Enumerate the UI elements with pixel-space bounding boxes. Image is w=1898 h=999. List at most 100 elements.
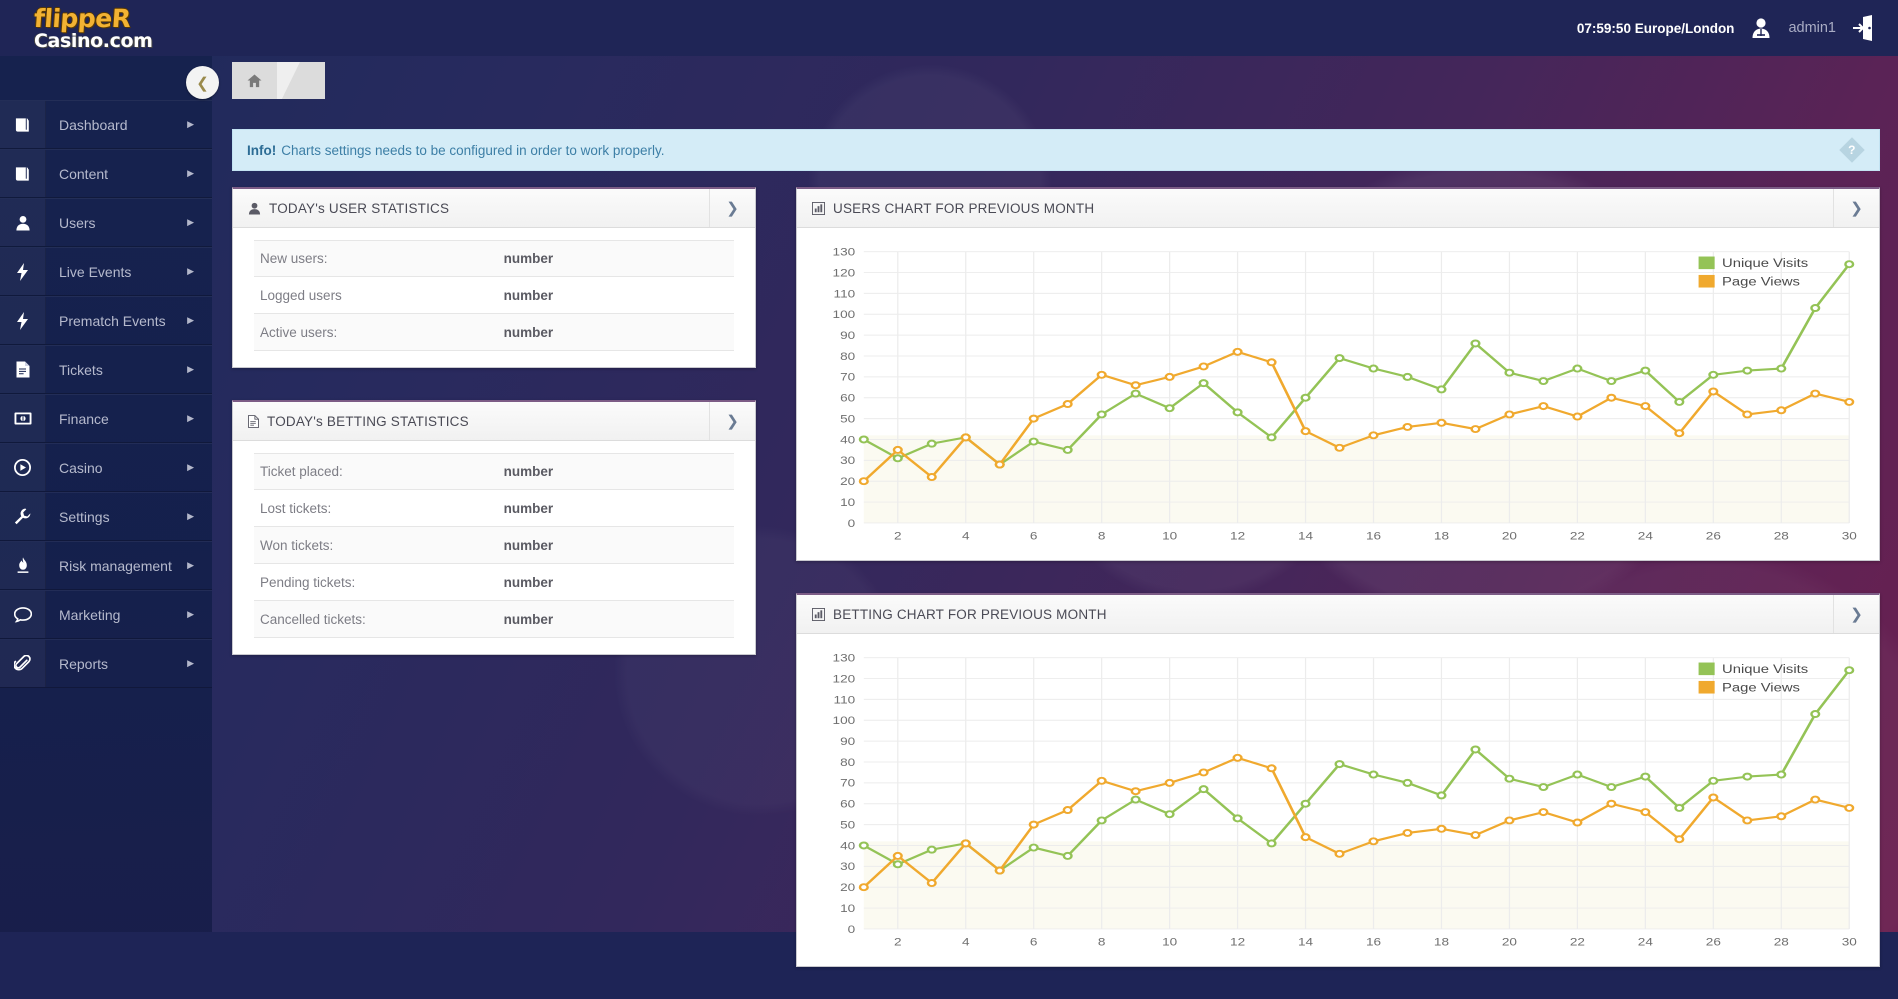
stat-label: Won tickets: — [254, 538, 504, 553]
table-row: Pending tickets:number — [254, 564, 734, 601]
table-row: Ticket placed:number — [254, 453, 734, 490]
users-chart-plot: 0102030405060708090100110120130246810121… — [797, 228, 1879, 560]
sidebar-item-settings[interactable]: Settings▶ — [0, 492, 212, 541]
panel-header: USERS CHART FOR PREVIOUS MONTH ❯ — [797, 189, 1879, 228]
svg-text:20: 20 — [840, 881, 855, 893]
bar-chart-icon — [812, 608, 825, 621]
svg-text:20: 20 — [840, 475, 855, 487]
chevron-right-icon: ▶ — [187, 413, 212, 424]
table-row: Logged usersnumber — [254, 277, 734, 314]
sidebar-item-label: Users — [46, 215, 187, 231]
chevron-down-icon: ❯ — [1850, 605, 1863, 623]
file-icon — [0, 346, 46, 393]
logout-door-icon[interactable] — [1850, 14, 1876, 42]
sidebar-item-dashboard[interactable]: Dashboard▶ — [0, 100, 212, 149]
svg-text:24: 24 — [1638, 936, 1653, 948]
panel-collapse-button[interactable]: ❯ — [709, 402, 755, 440]
top-bar: flippeR Casino.com 07:59:50 Europe/Londo… — [0, 0, 1898, 56]
sidebar-item-label: Finance — [46, 411, 187, 427]
svg-text:6: 6 — [1030, 530, 1038, 542]
svg-text:20: 20 — [1502, 530, 1517, 542]
svg-text:60: 60 — [840, 798, 855, 810]
sidebar-item-label: Prematch Events — [46, 313, 187, 329]
panel-collapse-button[interactable]: ❯ — [1833, 595, 1879, 633]
stat-label: Logged users — [254, 288, 504, 303]
breadcrumb — [232, 62, 325, 99]
file-icon — [248, 415, 259, 428]
svg-text:40: 40 — [840, 434, 855, 446]
stat-value: number — [504, 464, 554, 479]
svg-text:8: 8 — [1098, 936, 1106, 948]
svg-text:30: 30 — [840, 455, 855, 467]
sidebar-collapse-button[interactable]: ❮ — [186, 66, 219, 99]
svg-text:14: 14 — [1298, 936, 1313, 948]
svg-text:30: 30 — [840, 861, 855, 873]
chevron-right-icon: ▶ — [187, 217, 212, 228]
svg-text:70: 70 — [840, 777, 855, 789]
svg-text:130: 130 — [833, 246, 856, 258]
panel-header: TODAY's BETTING STATISTICS ❯ — [233, 402, 755, 441]
svg-text:120: 120 — [833, 673, 856, 685]
svg-text:28: 28 — [1774, 936, 1789, 948]
svg-text:10: 10 — [840, 902, 855, 914]
user-statistics-table: New users: numberLogged usersnumber Active… — [233, 228, 755, 367]
svg-text:20: 20 — [1502, 936, 1517, 948]
sidebar-item-users[interactable]: Users▶ — [0, 198, 212, 247]
svg-text:40: 40 — [840, 840, 855, 852]
user-icon — [0, 199, 46, 246]
chevron-right-icon: ▶ — [187, 168, 212, 179]
panel-collapse-button[interactable]: ❯ — [1833, 189, 1879, 227]
sidebar-item-casino[interactable]: Casino▶ — [0, 443, 212, 492]
betting-chart-plot: 0102030405060708090100110120130246810121… — [797, 634, 1879, 966]
sidebar-item-marketing[interactable]: Marketing▶ — [0, 590, 212, 639]
svg-text:14: 14 — [1298, 530, 1313, 542]
sidebar-item-tickets[interactable]: Tickets▶ — [0, 345, 212, 394]
stat-label: Cancelled tickets: — [254, 612, 504, 627]
brand-logo[interactable]: flippeR Casino.com — [0, 6, 212, 51]
chevron-right-icon: ▶ — [187, 315, 212, 326]
sidebar-item-label: Tickets — [46, 362, 187, 378]
username-label[interactable]: admin1 — [1788, 20, 1836, 36]
svg-text:120: 120 — [833, 267, 856, 279]
sidebar-top-spacer — [0, 56, 212, 100]
stat-label: Active users: — [254, 325, 504, 340]
svg-text:90: 90 — [840, 329, 855, 341]
stat-label: New users: — [254, 251, 504, 266]
sidebar-item-label: Reports — [46, 656, 187, 672]
chevron-down-icon: ❯ — [726, 199, 739, 217]
wrench-icon — [0, 493, 46, 540]
table-row: Lost tickets:number — [254, 490, 734, 527]
left-column: TODAY's USER STATISTICS ❯ New users:numb… — [232, 187, 756, 999]
sidebar-item-risk-management[interactable]: Risk management▶ — [0, 541, 212, 590]
sidebar-item-label: Live Events — [46, 264, 187, 280]
user-avatar-icon[interactable] — [1748, 15, 1774, 41]
sidebar-item-prematch-events[interactable]: Prematch Events▶ — [0, 296, 212, 345]
sidebar-item-content[interactable]: Content▶ — [0, 149, 212, 198]
breadcrumb-home-button[interactable] — [232, 62, 277, 99]
svg-text:18: 18 — [1434, 936, 1449, 948]
sidebar-item-reports[interactable]: Reports▶ — [0, 639, 212, 688]
sidebar-item-label: Content — [46, 166, 187, 182]
svg-text:30: 30 — [1842, 936, 1857, 948]
clock-label: 07:59:50 Europe/London — [1577, 21, 1735, 36]
chevron-right-icon: ▶ — [187, 511, 212, 522]
breadcrumb-arrow — [277, 62, 325, 99]
sidebar-item-live-events[interactable]: Live Events▶ — [0, 247, 212, 296]
stat-value: number — [504, 575, 554, 590]
fire-icon — [0, 542, 46, 589]
stat-value: number — [504, 288, 554, 303]
question-mark-icon[interactable]: ? — [1839, 137, 1864, 162]
panel-users-chart: USERS CHART FOR PREVIOUS MONTH ❯ 0102030… — [796, 187, 1880, 561]
sidebar-nav: Dashboard▶Content▶Users▶Live Events▶Prem… — [0, 56, 212, 932]
svg-text:6: 6 — [1030, 936, 1038, 948]
svg-text:0: 0 — [848, 923, 856, 935]
chevron-right-icon: ▶ — [187, 658, 212, 669]
table-row: Cancelled tickets:number — [254, 601, 734, 638]
alert-strong-label: Info! — [247, 143, 276, 158]
svg-text:26: 26 — [1706, 936, 1721, 948]
sidebar-item-label: Risk management — [46, 558, 187, 574]
sidebar-item-finance[interactable]: Finance▶ — [0, 394, 212, 443]
sidebar-item-list: Dashboard▶Content▶Users▶Live Events▶Prem… — [0, 100, 212, 688]
svg-text:10: 10 — [840, 496, 855, 508]
panel-collapse-button[interactable]: ❯ — [709, 189, 755, 227]
